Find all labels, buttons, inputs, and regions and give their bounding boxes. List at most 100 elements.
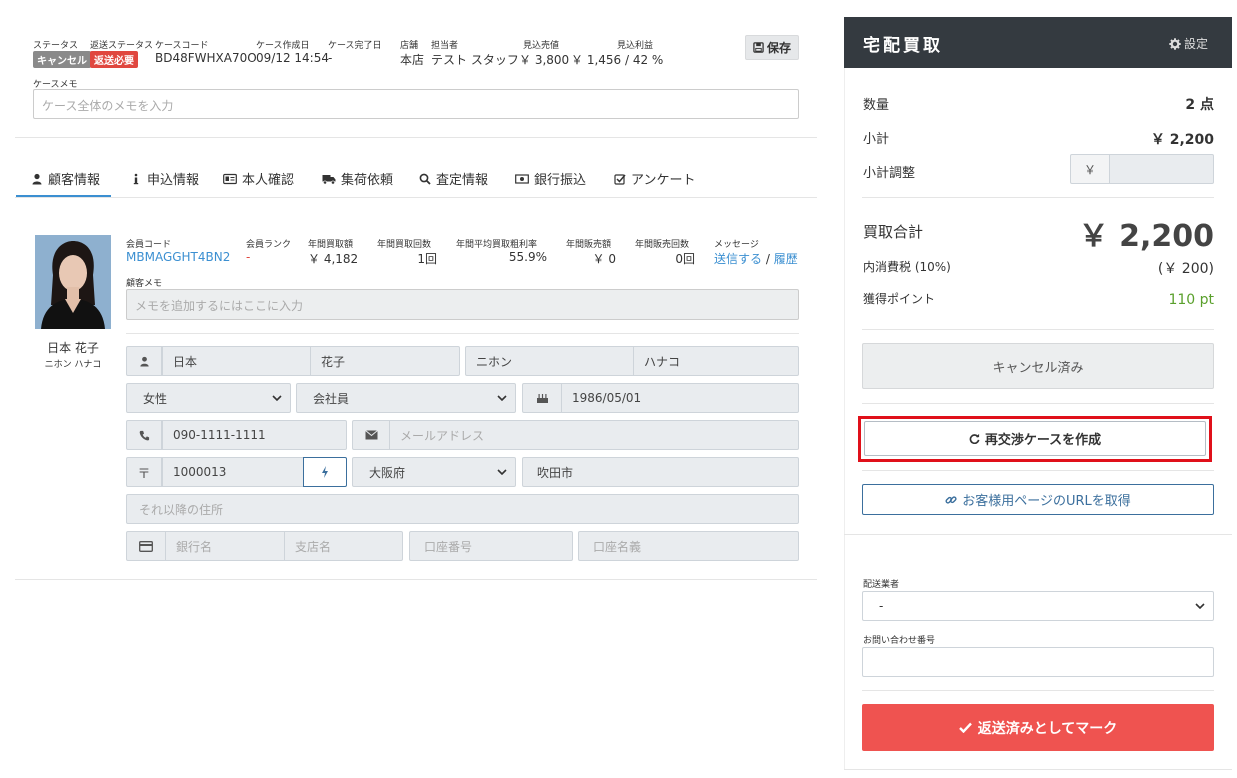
get-customer-url-button[interactable]: お客様用ページのURLを取得 [862, 484, 1214, 515]
first-name-input[interactable]: 花子 [310, 346, 460, 376]
settings-button[interactable]: 設定 [1169, 35, 1208, 52]
annual-buy-amount: ￥ 4,182 [308, 252, 359, 266]
adjust-prefix: ￥ [1070, 154, 1110, 184]
city-input[interactable]: 吹田市 [522, 457, 799, 487]
bolt-icon [322, 466, 328, 478]
tab-customer-info[interactable]: 顧客情報 [31, 169, 100, 188]
address-input[interactable]: それ以降の住所 [126, 494, 799, 524]
tab-survey[interactable]: アンケート [614, 169, 695, 188]
birthday-addon [522, 383, 562, 413]
annual-sale-count: 0回 [675, 252, 695, 266]
created-date: 09/12 14:54 [256, 51, 329, 65]
rank-label: 会員ランク [246, 240, 292, 250]
member-code-link[interactable]: MBMAGGHT4BN2 [126, 250, 230, 264]
cancelled-button[interactable]: キャンセル済み [862, 343, 1214, 389]
tabs-divider [15, 197, 817, 198]
tracking-input[interactable] [862, 647, 1214, 677]
rank-value: - [246, 250, 251, 264]
prefecture-select[interactable]: 大阪府 [352, 457, 516, 487]
postal-input[interactable]: 1000013 [162, 457, 304, 487]
annual-buy-count: 1回 [417, 252, 437, 266]
annual-buy-amount-label: 年間買取額 [308, 240, 354, 250]
phone-addon [126, 420, 162, 450]
occupation-select[interactable]: 会社員 [296, 383, 516, 413]
divider [862, 329, 1214, 330]
tab-identity-check[interactable]: 本人確認 [223, 169, 294, 188]
tab-pickup-request[interactable]: 集荷依頼 [322, 169, 393, 188]
points-value: 110 pt [1168, 292, 1214, 308]
member-code-label: 会員コード [126, 240, 172, 250]
status-badge: キャンセル [33, 51, 91, 68]
customer-memo-label: 顧客メモ [126, 279, 163, 289]
search-icon [419, 173, 431, 185]
avg-margin: 55.9% [508, 250, 547, 264]
info-icon [133, 173, 139, 184]
email-addon [352, 420, 390, 450]
completed-label: ケース完了日 [328, 41, 382, 51]
total-label: 買取合計 [863, 223, 924, 241]
carrier-select[interactable]: - [862, 591, 1214, 621]
check-icon [958, 722, 972, 733]
link-icon [945, 495, 957, 504]
divider [126, 333, 799, 334]
user-icon [32, 173, 42, 184]
carrier-label: 配送業者 [863, 580, 900, 590]
mark-returned-button[interactable]: 返送済みとしてマーク [862, 704, 1214, 751]
tracking-label: お問い合わせ番号 [863, 636, 936, 646]
adjust-input[interactable] [1109, 154, 1214, 184]
annual-sale-count-label: 年間販売回数 [635, 240, 690, 250]
store-label: 店舗 [400, 41, 419, 51]
store-value: 本店 [400, 53, 425, 67]
panel-title: 宅配買取 [863, 36, 943, 56]
divider [862, 690, 1214, 691]
renegotiate-button[interactable]: 再交渉ケースを作成 [864, 421, 1206, 456]
message-label: メッセージ [714, 240, 759, 250]
case-code-label: ケースコード [155, 41, 209, 51]
tab-application-info[interactable]: 申込情報 [130, 169, 199, 188]
total-value: ￥ 2,200 [1078, 219, 1214, 254]
divider [862, 470, 1214, 471]
address-lookup-button[interactable] [303, 457, 347, 487]
annual-sale-amount-label: 年間販売額 [566, 240, 612, 250]
phone-input[interactable]: 090-1111-1111 [162, 420, 347, 450]
divider [862, 197, 1214, 198]
credit-card-icon [139, 540, 153, 552]
est-sale-value: ￥ 3,800 [519, 53, 570, 67]
adjust-label: 小計調整 [863, 166, 916, 181]
account-name-input[interactable]: 口座名義 [578, 531, 799, 561]
subtotal-value: ￥ 2,200 [1150, 132, 1214, 148]
qty-value: 2 点 [1185, 97, 1214, 113]
account-number-input[interactable]: 口座番号 [409, 531, 573, 561]
divider [15, 579, 817, 580]
return-status-badge: 返送必要 [90, 51, 138, 68]
message-history-link[interactable]: 履歴 [774, 252, 798, 266]
tab-appraisal-info[interactable]: 査定情報 [419, 169, 488, 188]
email-input[interactable]: メールアドレス [389, 420, 799, 450]
bank-name-input[interactable]: 銀行名 [165, 531, 285, 561]
qty-label: 数量 [863, 98, 890, 113]
last-name-input[interactable]: 日本 [162, 346, 311, 376]
save-button[interactable]: 保存 [745, 35, 799, 60]
gender-select[interactable]: 女性 [126, 383, 291, 413]
case-memo-textarea[interactable]: ケース全体のメモを入力 [33, 89, 799, 119]
branch-name-input[interactable]: 支店名 [284, 531, 403, 561]
tax-value: (￥ 200) [1157, 261, 1214, 277]
completed-date: - [328, 51, 333, 65]
divider [844, 534, 1232, 535]
refresh-icon [969, 433, 980, 444]
status-label: ステータス [33, 41, 79, 51]
last-kana-input[interactable]: ニホン [465, 346, 634, 376]
user-icon [139, 356, 149, 367]
envelope-icon [364, 430, 378, 440]
postal-addon: 〒 [126, 457, 162, 487]
customer-memo-textarea[interactable]: メモを追加するにはここに入力 [126, 289, 799, 320]
est-sale-label: 見込売値 [523, 41, 560, 51]
staff-label: 担当者 [431, 41, 459, 51]
money-icon [515, 173, 529, 184]
first-kana-input[interactable]: ハナコ [633, 346, 799, 376]
tab-bank-transfer[interactable]: 銀行振込 [515, 169, 586, 188]
send-message-link[interactable]: 送信する [714, 252, 762, 266]
birthday-input[interactable]: 1986/05/01 [561, 383, 799, 413]
id-card-icon [223, 173, 237, 184]
name-addon [126, 346, 162, 376]
